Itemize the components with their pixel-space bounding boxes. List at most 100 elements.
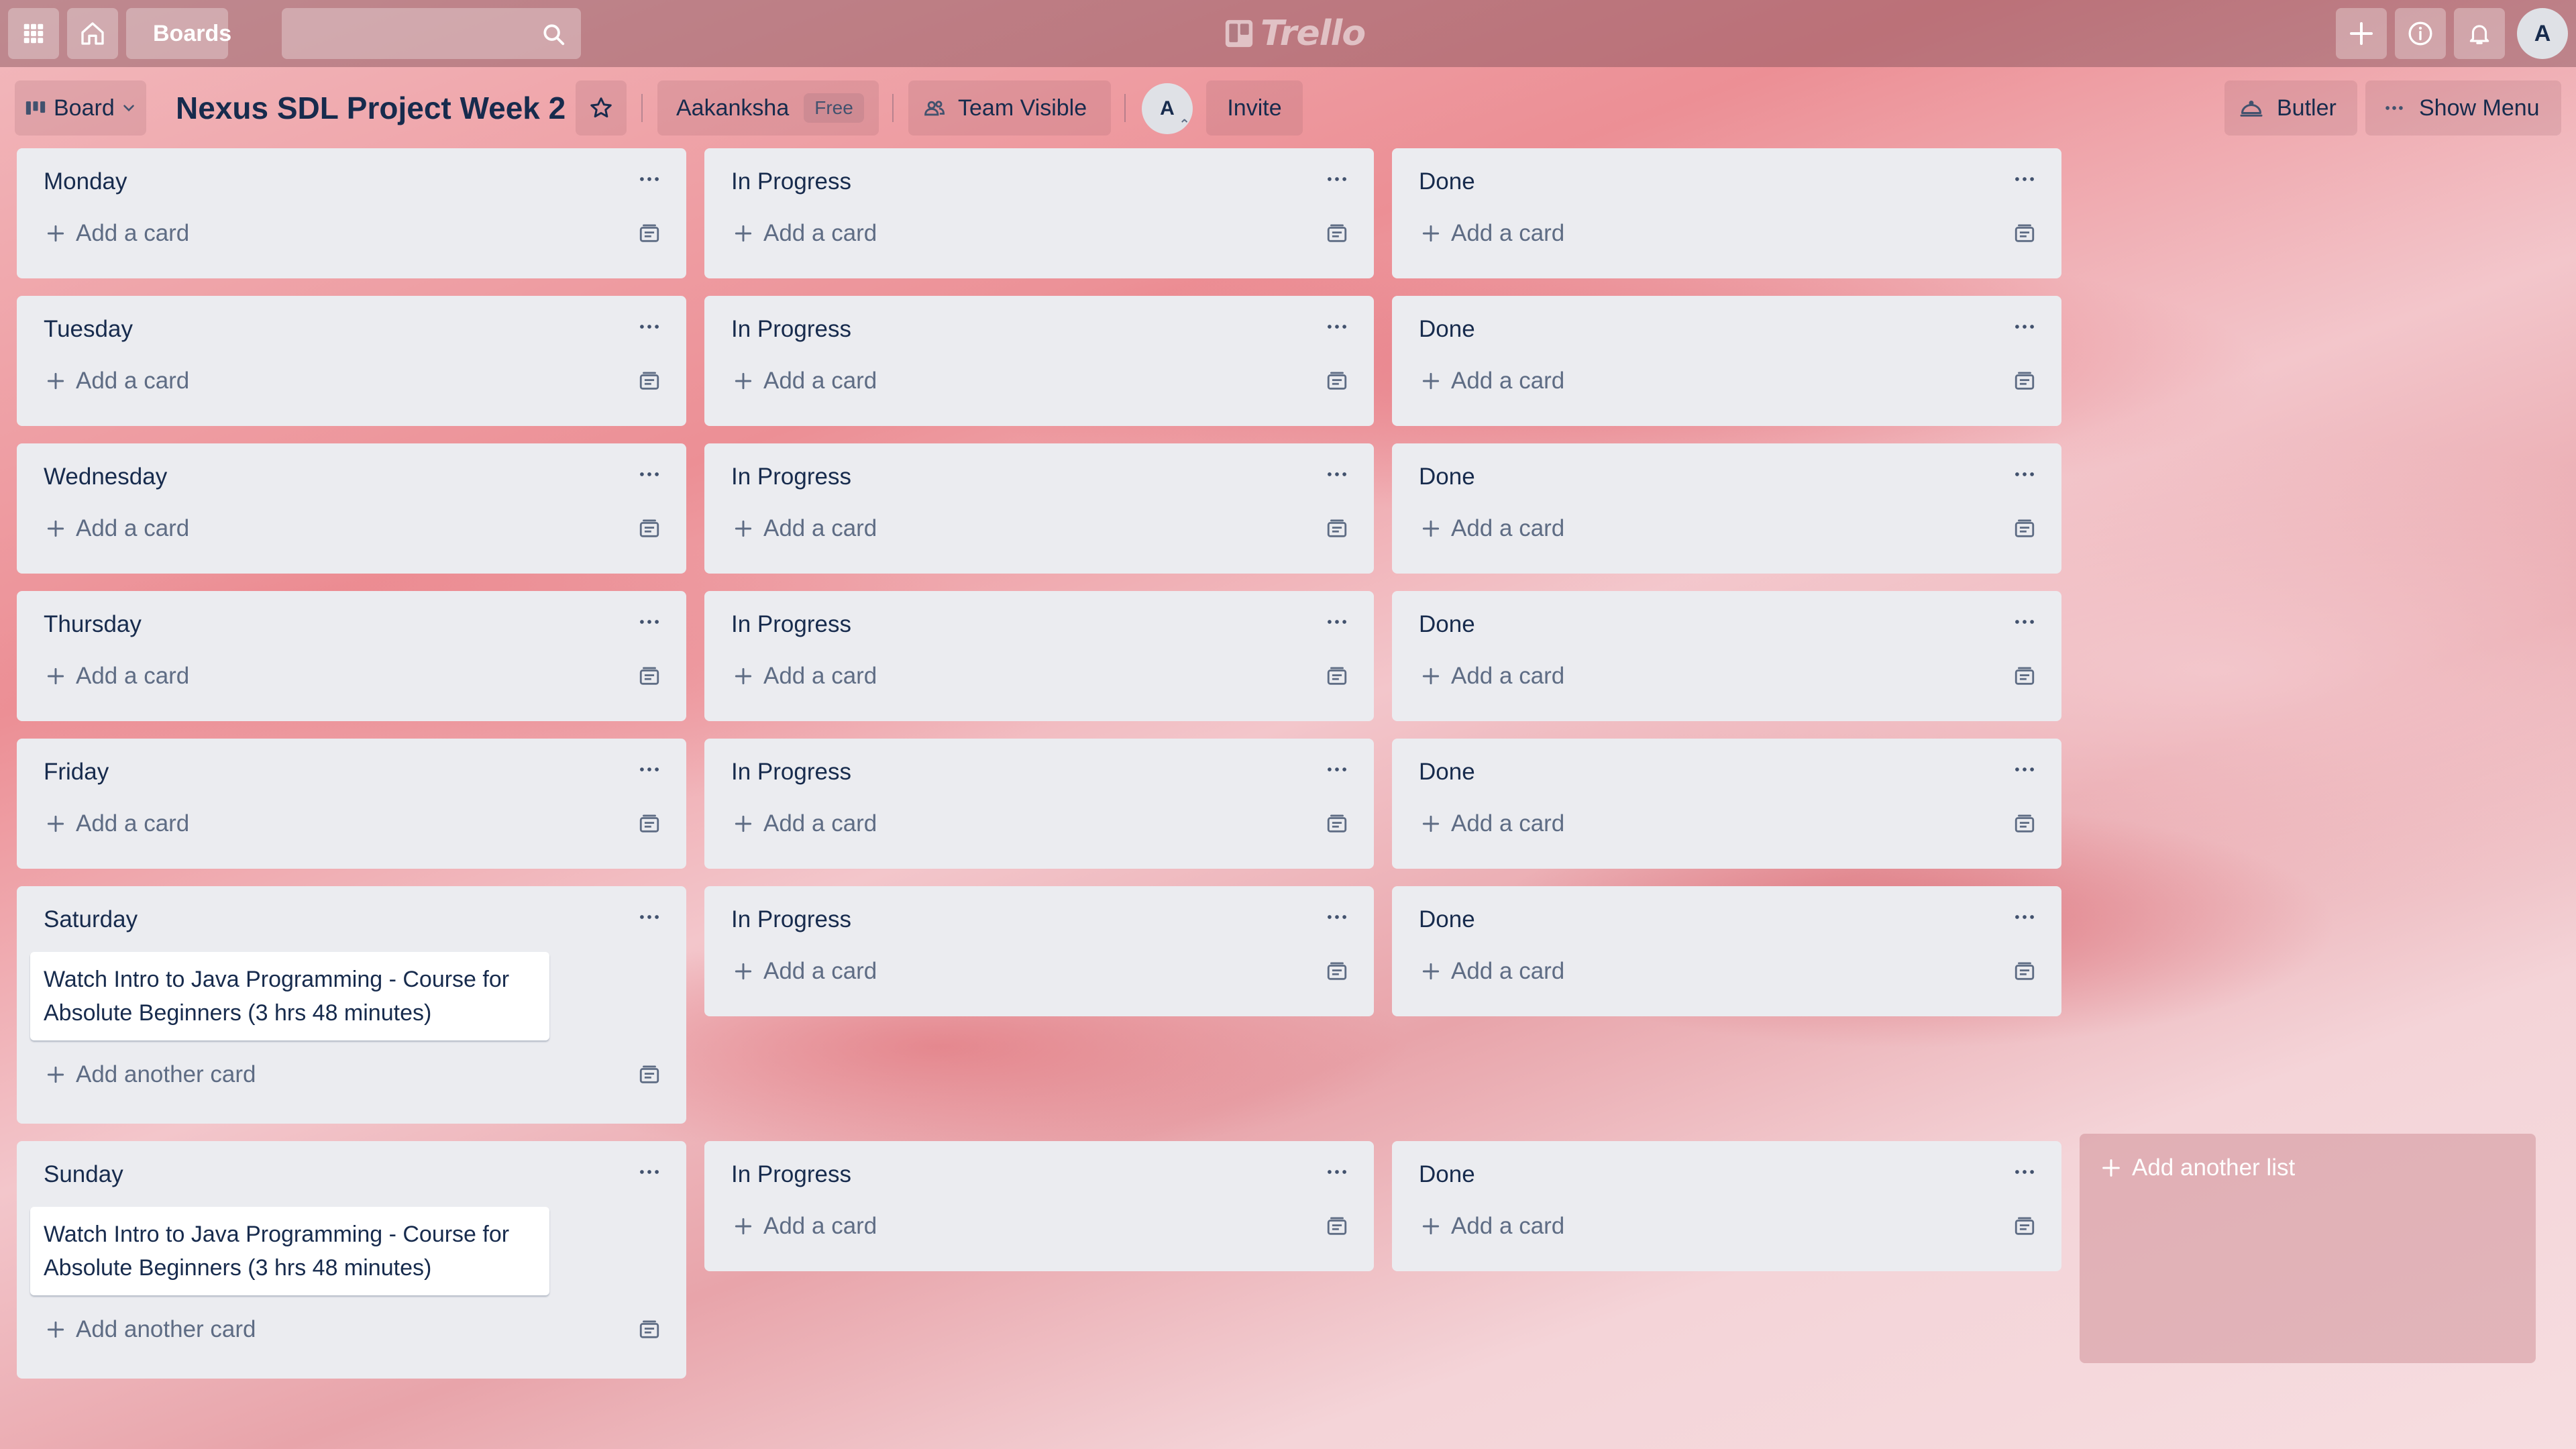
list-menu-button[interactable] xyxy=(2008,461,2041,488)
butler-button[interactable]: Butler xyxy=(2224,80,2357,136)
add-card-button[interactable]: Add a card xyxy=(718,951,1360,992)
card[interactable]: Watch Intro to Java Programming - Course… xyxy=(30,1207,549,1295)
list-title[interactable]: Sunday xyxy=(44,1161,123,1188)
team-button[interactable]: Aakanksha Free xyxy=(657,80,879,136)
list-title[interactable]: In Progress xyxy=(731,906,851,933)
list-menu-button[interactable] xyxy=(1320,904,1354,930)
member-avatar[interactable]: A ⌃ xyxy=(1142,83,1193,134)
add-another-card-button[interactable]: Add another card xyxy=(30,1054,673,1095)
card-template-button[interactable] xyxy=(2013,812,2036,841)
list-title[interactable]: Done xyxy=(1419,1161,1475,1188)
card-template-button[interactable] xyxy=(1326,517,1348,546)
add-card-button[interactable]: Add a card xyxy=(1405,213,2048,254)
list-menu-button[interactable] xyxy=(1320,608,1354,635)
list-title[interactable]: In Progress xyxy=(731,464,851,490)
card-template-button[interactable] xyxy=(2013,1215,2036,1244)
list-menu-button[interactable] xyxy=(2008,904,2041,930)
list-menu-button[interactable] xyxy=(1320,756,1354,783)
search-input[interactable] xyxy=(282,8,581,59)
list-menu-button[interactable] xyxy=(633,608,666,635)
list-title[interactable]: Done xyxy=(1419,168,1475,195)
list-menu-button[interactable] xyxy=(1320,313,1354,340)
info-button[interactable] xyxy=(2395,8,2446,59)
list-menu-button[interactable] xyxy=(1320,1159,1354,1185)
card-template-button[interactable] xyxy=(638,1318,661,1347)
card-template-button[interactable] xyxy=(638,1063,661,1092)
list-title[interactable]: In Progress xyxy=(731,1161,851,1188)
add-card-button[interactable]: Add a card xyxy=(30,508,673,549)
card-template-button[interactable] xyxy=(1326,812,1348,841)
list-menu-button[interactable] xyxy=(1320,461,1354,488)
card-template-button[interactable] xyxy=(1326,1215,1348,1244)
add-card-button[interactable]: Add a card xyxy=(718,1205,1360,1247)
add-card-button[interactable]: Add a card xyxy=(30,803,673,845)
card-template-button[interactable] xyxy=(2013,222,2036,251)
create-button[interactable] xyxy=(2336,8,2387,59)
list-menu-button[interactable] xyxy=(2008,756,2041,783)
add-card-button[interactable]: Add a card xyxy=(30,213,673,254)
list-menu-button[interactable] xyxy=(633,461,666,488)
list-menu-button[interactable] xyxy=(633,904,666,930)
list-menu-button[interactable] xyxy=(633,756,666,783)
list-title[interactable]: In Progress xyxy=(731,611,851,638)
user-avatar[interactable]: A xyxy=(2517,8,2568,59)
list-menu-button[interactable] xyxy=(633,166,666,193)
add-card-button[interactable]: Add a card xyxy=(718,803,1360,845)
add-card-button[interactable]: Add a card xyxy=(1405,360,2048,402)
add-card-button[interactable]: Add a card xyxy=(1405,1205,2048,1247)
add-card-button[interactable]: Add a card xyxy=(1405,803,2048,845)
star-board-button[interactable] xyxy=(576,80,627,136)
list-title[interactable]: In Progress xyxy=(731,316,851,343)
apps-grid-button[interactable] xyxy=(8,8,59,59)
add-card-button[interactable]: Add a card xyxy=(30,655,673,697)
list-title[interactable]: In Progress xyxy=(731,759,851,786)
card-template-button[interactable] xyxy=(2013,370,2036,398)
list-title[interactable]: Done xyxy=(1419,759,1475,786)
list-menu-button[interactable] xyxy=(1320,166,1354,193)
add-card-button[interactable]: Add a card xyxy=(718,508,1360,549)
card-template-button[interactable] xyxy=(638,812,661,841)
list-title[interactable]: In Progress xyxy=(731,168,851,195)
list-title[interactable]: Thursday xyxy=(44,611,142,638)
boards-button[interactable]: Boards xyxy=(126,8,231,59)
list-menu-button[interactable] xyxy=(2008,166,2041,193)
add-card-button[interactable]: Add a card xyxy=(30,360,673,402)
card-template-button[interactable] xyxy=(2013,960,2036,989)
list-title[interactable]: Done xyxy=(1419,316,1475,343)
add-card-button[interactable]: Add a card xyxy=(1405,951,2048,992)
card-template-button[interactable] xyxy=(2013,517,2036,546)
list-title[interactable]: Wednesday xyxy=(44,464,167,490)
invite-button[interactable]: Invite xyxy=(1206,80,1303,136)
list-title[interactable]: Friday xyxy=(44,759,109,786)
list-menu-button[interactable] xyxy=(2008,608,2041,635)
add-card-button[interactable]: Add a card xyxy=(718,213,1360,254)
card-template-button[interactable] xyxy=(1326,222,1348,251)
card-template-button[interactable] xyxy=(638,222,661,251)
list-title[interactable]: Done xyxy=(1419,464,1475,490)
add-card-button[interactable]: Add a card xyxy=(1405,508,2048,549)
add-card-button[interactable]: Add a card xyxy=(718,655,1360,697)
list-title[interactable]: Monday xyxy=(44,168,127,195)
show-menu-button[interactable]: Show Menu xyxy=(2365,80,2561,136)
list-title[interactable]: Tuesday xyxy=(44,316,133,343)
card-template-button[interactable] xyxy=(1326,960,1348,989)
card-template-button[interactable] xyxy=(1326,370,1348,398)
card-template-button[interactable] xyxy=(638,665,661,694)
add-another-list-button[interactable]: Add another list xyxy=(2080,1134,2536,1363)
notifications-button[interactable] xyxy=(2454,8,2505,59)
board-view-switcher[interactable]: Board xyxy=(15,80,146,136)
list-menu-button[interactable] xyxy=(633,313,666,340)
board-title[interactable]: Nexus SDL Project Week 2 xyxy=(176,85,566,131)
card-template-button[interactable] xyxy=(1326,665,1348,694)
card-template-button[interactable] xyxy=(638,517,661,546)
list-title[interactable]: Done xyxy=(1419,611,1475,638)
list-title[interactable]: Done xyxy=(1419,906,1475,933)
list-menu-button[interactable] xyxy=(2008,1159,2041,1185)
card-template-button[interactable] xyxy=(638,370,661,398)
card-template-button[interactable] xyxy=(2013,665,2036,694)
add-another-card-button[interactable]: Add another card xyxy=(30,1309,673,1350)
add-card-button[interactable]: Add a card xyxy=(1405,655,2048,697)
home-button[interactable] xyxy=(67,8,118,59)
trello-logo[interactable]: Trello xyxy=(1224,13,1366,54)
card[interactable]: Watch Intro to Java Programming - Course… xyxy=(30,952,549,1040)
